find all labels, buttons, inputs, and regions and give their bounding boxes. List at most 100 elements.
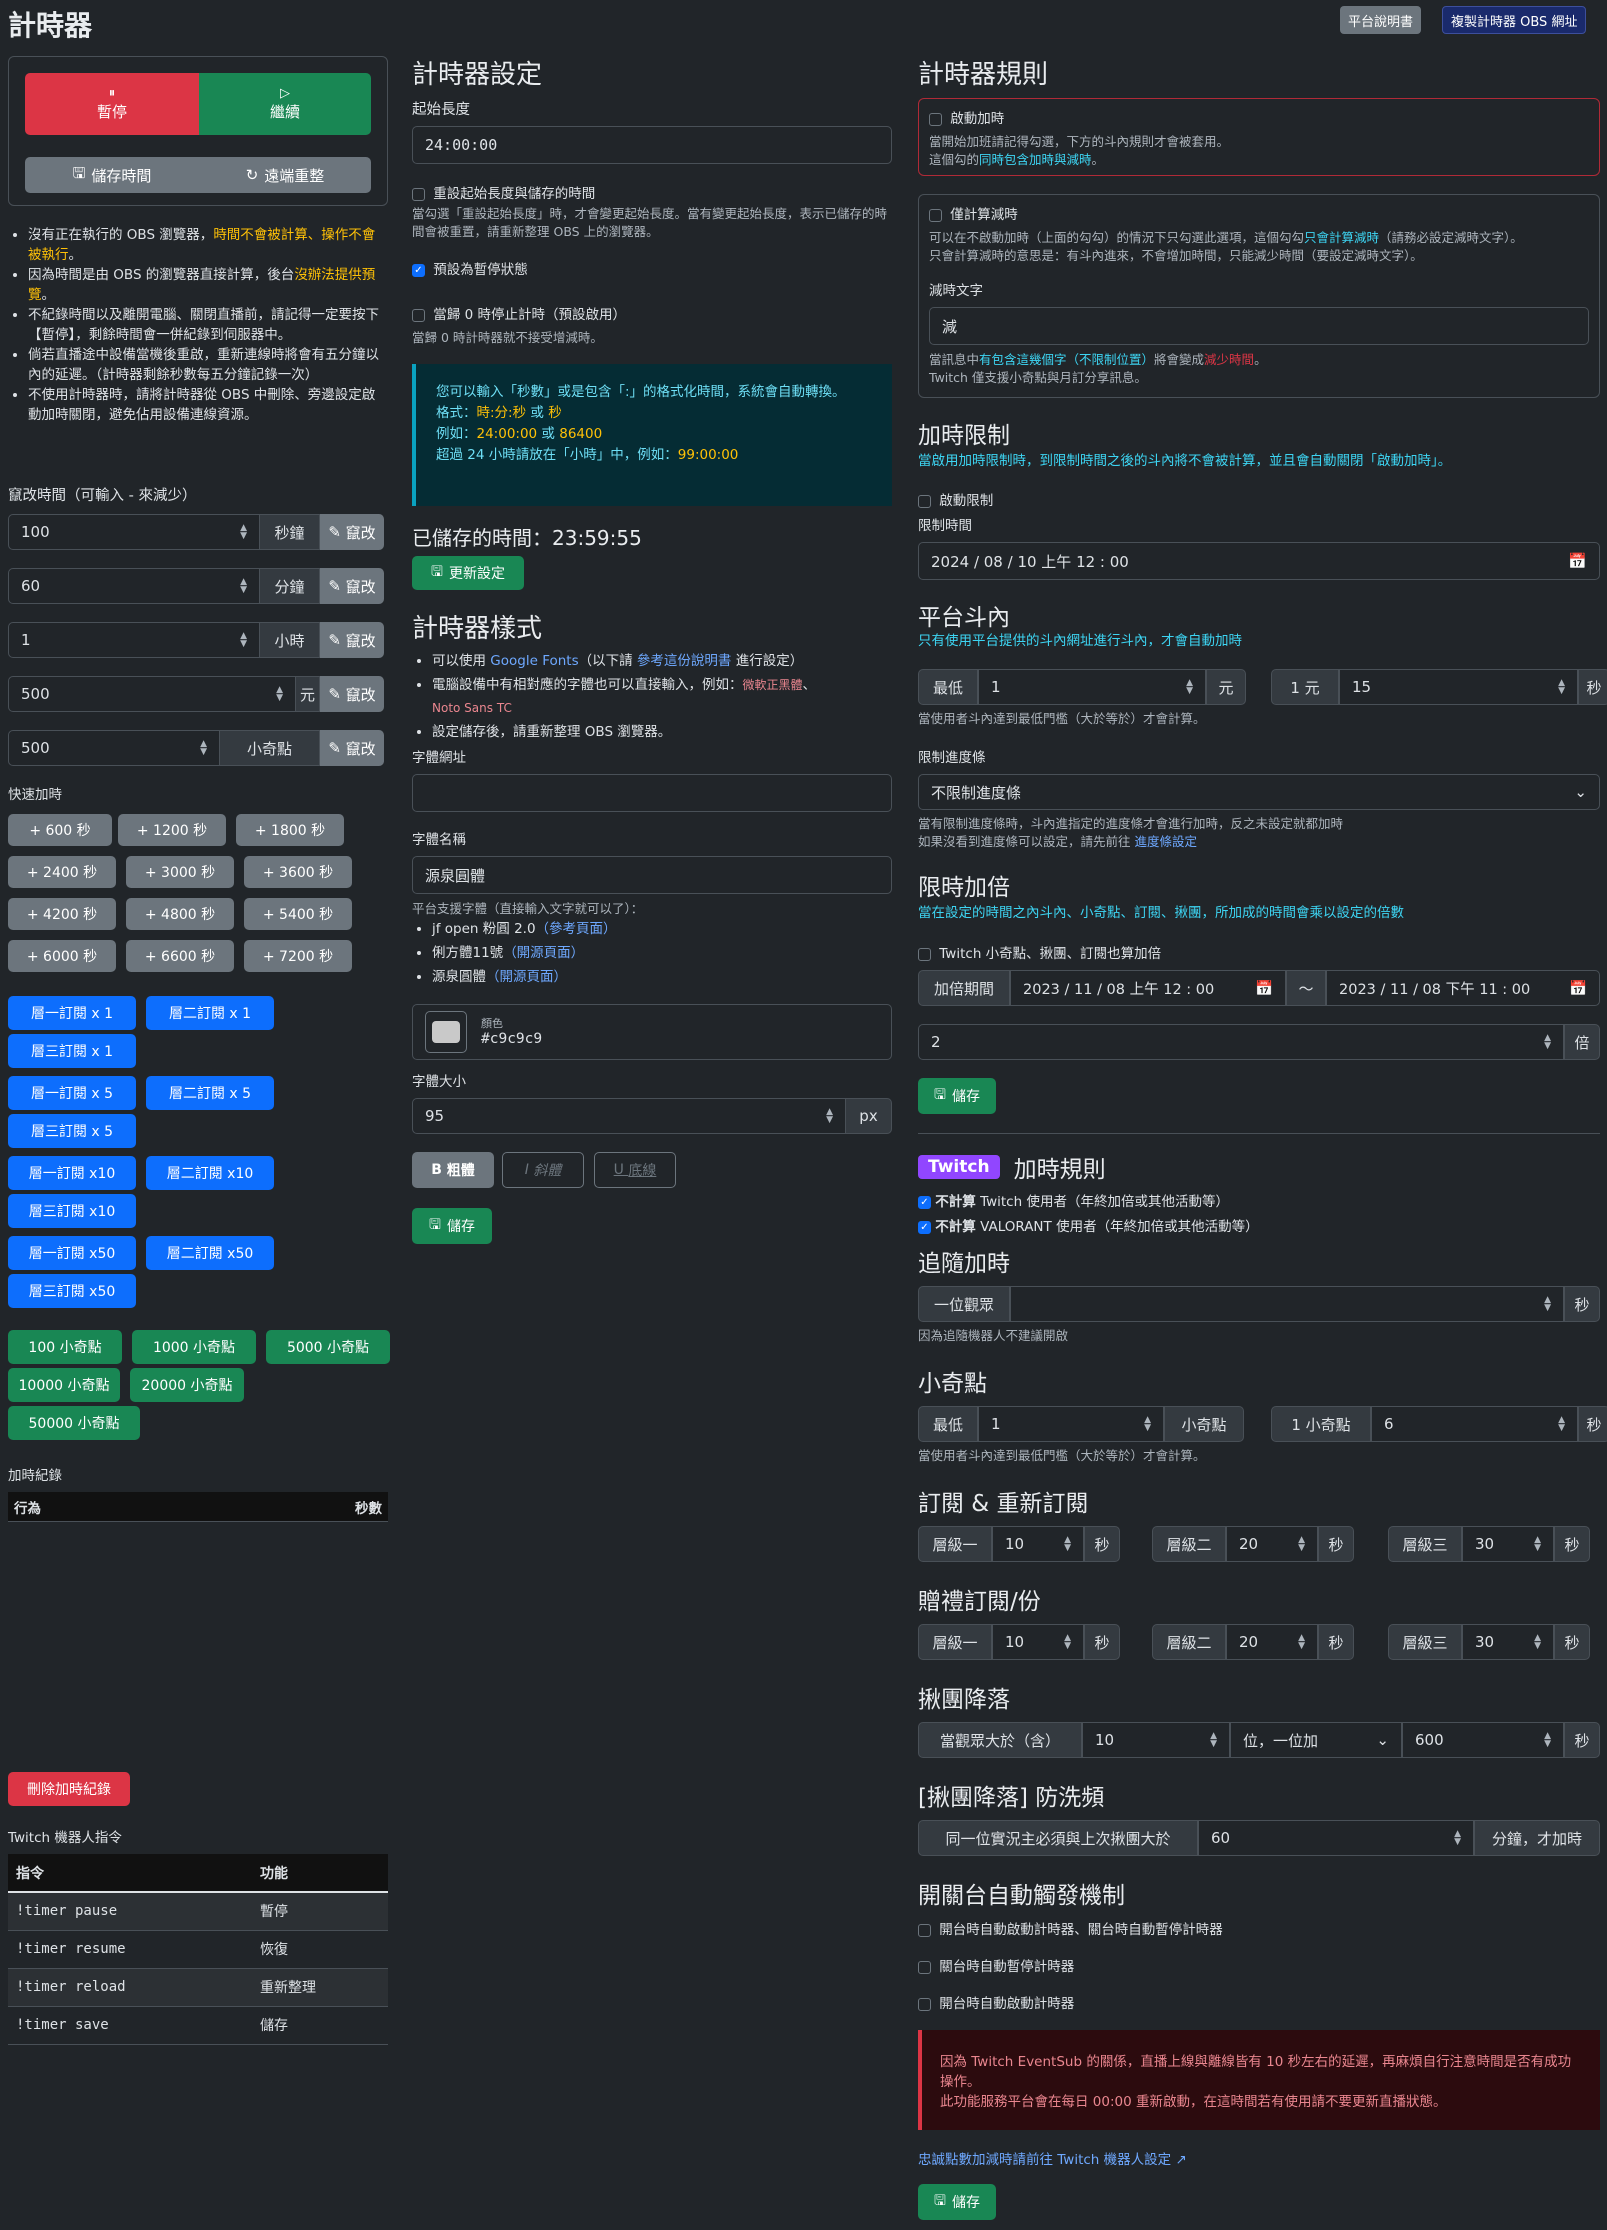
- font-size-input[interactable]: 95 ▲ ▼: [412, 1098, 846, 1134]
- sub-add-button[interactable]: 層三訂閱 x50: [8, 1274, 136, 1308]
- follow-input[interactable]: ▲ ▼: [1010, 1286, 1564, 1322]
- google-fonts-link[interactable]: Google Fonts: [490, 653, 578, 669]
- update-settings-button[interactable]: 🖫 更新設定: [412, 556, 524, 590]
- quick-add-button[interactable]: + 2400 秒: [8, 856, 116, 888]
- bot-settings-link[interactable]: 忠誠點數加減時請前往 Twitch 機器人設定 ↗: [918, 2148, 1187, 2168]
- bits-add-button[interactable]: 50000 小奇點: [8, 1406, 140, 1440]
- subtract-text-input[interactable]: 減: [929, 307, 1589, 345]
- gift-tier-input[interactable]: 20 ▲ ▼: [1226, 1624, 1318, 1660]
- enable-addtime-row[interactable]: 啟動加時: [929, 107, 1589, 127]
- sub-add-button[interactable]: 層二訂閱 x10: [146, 1156, 274, 1190]
- underline-button[interactable]: U 底線: [594, 1152, 676, 1188]
- anti-spam-input[interactable]: 60 ▲ ▼: [1198, 1820, 1474, 1856]
- calendar-icon[interactable]: 📅: [1568, 552, 1587, 570]
- font-url-input[interactable]: [412, 774, 892, 812]
- sub-add-button[interactable]: 層一訂閱 x 5: [8, 1076, 136, 1110]
- pause-button[interactable]: ⏸ 暫停: [25, 73, 199, 135]
- raid-viewers-input[interactable]: 10 ▲ ▼: [1082, 1722, 1230, 1758]
- modify-input[interactable]: 1 ▲ ▼: [8, 622, 260, 658]
- sub-add-button[interactable]: 層一訂閱 x50: [8, 1236, 136, 1270]
- quick-add-button[interactable]: + 4200 秒: [8, 898, 116, 930]
- sub-add-button[interactable]: 層二訂閱 x50: [146, 1236, 274, 1270]
- multiplier-value-input[interactable]: 2 ▲ ▼: [918, 1024, 1564, 1060]
- sub-add-button[interactable]: 層三訂閱 x 1: [8, 1034, 136, 1068]
- modify-button[interactable]: ✎ 竄改: [320, 514, 384, 550]
- sub-add-button[interactable]: 層三訂閱 x 5: [8, 1114, 136, 1148]
- gift-tier-input[interactable]: 10 ▲ ▼: [992, 1624, 1084, 1660]
- delete-log-button[interactable]: 刪除加時紀錄: [8, 1772, 130, 1806]
- multiplier-twitch-checkbox[interactable]: [918, 947, 931, 961]
- limit-time-input[interactable]: 2024 / 08 / 10 上午 12 : 00 📅: [918, 542, 1600, 580]
- color-swatch[interactable]: [425, 1011, 467, 1053]
- exclude-valorant-row[interactable]: ✓ 不計算 VALORANT 使用者（年終加倍或其他活動等）: [918, 1215, 1259, 1235]
- modify-button[interactable]: ✎ 竄改: [320, 730, 384, 766]
- stop-at-zero-checkbox[interactable]: [412, 308, 425, 322]
- bold-button[interactable]: B 粗體: [412, 1152, 494, 1188]
- bits-min-input[interactable]: 1 ▲ ▼: [978, 1406, 1164, 1442]
- bits-add-button[interactable]: 10000 小奇點: [8, 1368, 120, 1402]
- auto-option-1[interactable]: 開台時自動啟動計時器、關台時自動暫停計時器: [918, 1918, 1223, 1938]
- progress-bar-select[interactable]: 不限制進度條 ⌄: [918, 774, 1600, 810]
- bits-add-button[interactable]: 1000 小奇點: [132, 1330, 256, 1364]
- bits-add-button[interactable]: 100 小奇點: [8, 1330, 122, 1364]
- modify-button[interactable]: ✎ 竄改: [320, 568, 384, 604]
- calendar-icon[interactable]: 📅: [1255, 980, 1273, 997]
- multiplier-twitch-row[interactable]: Twitch 小奇點、揪團、訂閱也算加倍: [918, 942, 1161, 962]
- donate-min-input[interactable]: 1 ▲ ▼: [978, 669, 1206, 705]
- style-save-button[interactable]: 🖫 儲存: [412, 1208, 492, 1244]
- twitch-save-button[interactable]: 🖫 儲存: [918, 2184, 996, 2220]
- auto-option-3[interactable]: 開台時自動啟動計時器: [918, 1992, 1074, 2012]
- modify-input[interactable]: 100 ▲ ▼: [8, 514, 260, 550]
- font-name-input[interactable]: 源泉圓體: [412, 856, 892, 894]
- modify-input[interactable]: 500 ▲ ▼: [8, 730, 220, 766]
- sub-add-button[interactable]: 層一訂閱 x10: [8, 1156, 136, 1190]
- sub-tier-input[interactable]: 30 ▲ ▼: [1462, 1526, 1554, 1562]
- raid-mode-select[interactable]: 位，一位加 ⌄: [1230, 1722, 1402, 1758]
- multiplier-from-input[interactable]: 2023 / 11 / 08 上午 12 : 00 📅: [1010, 970, 1286, 1006]
- exclude-twitch-checkbox[interactable]: ✓: [918, 1195, 931, 1209]
- italic-button[interactable]: I 斜體: [502, 1152, 584, 1188]
- gift-tier-input[interactable]: 30 ▲ ▼: [1462, 1624, 1554, 1660]
- start-length-input[interactable]: 24:00:00: [412, 126, 892, 164]
- bits-rate-input[interactable]: 6 ▲ ▼: [1371, 1406, 1578, 1442]
- manual-button[interactable]: 平台說明書: [1340, 6, 1422, 34]
- modify-input[interactable]: 500 ▲ ▼: [8, 676, 296, 712]
- reset-start-checkbox-row[interactable]: 重設起始長度與儲存的時間: [412, 182, 595, 202]
- default-paused-checkbox[interactable]: ✓: [412, 263, 425, 277]
- enable-limit-checkbox[interactable]: [918, 494, 931, 508]
- manual-link[interactable]: 參考這份說明書: [637, 653, 732, 669]
- modify-button[interactable]: ✎ 竄改: [320, 622, 384, 658]
- sub-add-button[interactable]: 層二訂閱 x 5: [146, 1076, 274, 1110]
- copy-obs-url-button[interactable]: 複製計時器 OBS 網址: [1442, 6, 1587, 34]
- quick-add-button[interactable]: + 600 秒: [8, 814, 112, 846]
- default-paused-row[interactable]: ✓ 預設為暫停狀態: [412, 258, 528, 278]
- quick-add-button[interactable]: + 7200 秒: [244, 940, 352, 972]
- quick-add-button[interactable]: + 1800 秒: [236, 814, 344, 846]
- multiplier-to-input[interactable]: 2023 / 11 / 08 下午 11 : 00 📅: [1326, 970, 1600, 1006]
- quick-add-button[interactable]: + 3000 秒: [126, 856, 234, 888]
- bits-add-button[interactable]: 20000 小奇點: [130, 1368, 244, 1402]
- multiplier-save-button[interactable]: 🖫 儲存: [918, 1078, 996, 1114]
- reset-start-checkbox[interactable]: [412, 187, 425, 201]
- sub-add-button[interactable]: 層二訂閱 x 1: [146, 996, 274, 1030]
- sub-tier-input[interactable]: 10 ▲ ▼: [992, 1526, 1084, 1562]
- raid-secs-input[interactable]: 600 ▲ ▼: [1402, 1722, 1564, 1758]
- auto-option-2[interactable]: 關台時自動暫停計時器: [918, 1955, 1074, 1975]
- modify-input[interactable]: 60 ▲ ▼: [8, 568, 260, 604]
- enable-addtime-checkbox[interactable]: [929, 112, 942, 126]
- quick-add-button[interactable]: + 1200 秒: [118, 814, 226, 846]
- save-time-button[interactable]: 🖫 儲存時間: [25, 157, 199, 193]
- calendar-icon[interactable]: 📅: [1569, 980, 1587, 997]
- remote-reset-button[interactable]: ↻ 遠端重整: [199, 157, 371, 193]
- quick-add-button[interactable]: + 4800 秒: [126, 898, 234, 930]
- color-picker-field[interactable]: 顏色 #c9c9c9: [412, 1004, 892, 1060]
- quick-add-button[interactable]: + 3600 秒: [244, 856, 352, 888]
- progress-bar-settings-link[interactable]: 進度條設定: [1134, 834, 1197, 849]
- quick-add-button[interactable]: + 6600 秒: [126, 940, 234, 972]
- stop-at-zero-row[interactable]: 當歸 0 時停止計時（預設啟用）: [412, 303, 626, 323]
- subtract-only-row[interactable]: 僅計算減時: [929, 203, 1589, 223]
- resume-button[interactable]: ▷ 繼續: [199, 73, 371, 135]
- sub-tier-input[interactable]: 20 ▲ ▼: [1226, 1526, 1318, 1562]
- modify-button[interactable]: ✎ 竄改: [320, 676, 384, 712]
- quick-add-button[interactable]: + 5400 秒: [244, 898, 352, 930]
